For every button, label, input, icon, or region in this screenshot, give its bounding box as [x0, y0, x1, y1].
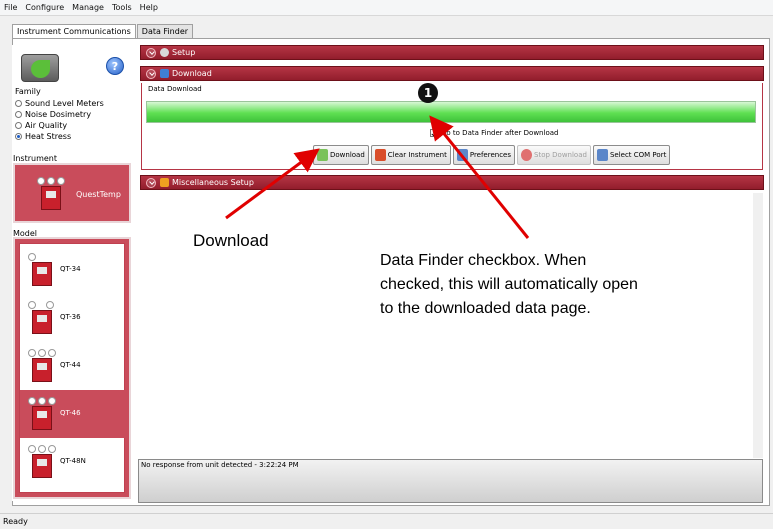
expand-icon[interactable]: [146, 47, 156, 58]
folder-icon: [160, 178, 169, 187]
model-list: QT-34 QT-36 QT-44 QT-46 QT-48N: [19, 243, 125, 493]
instrument-name: QuestTemp: [76, 190, 121, 199]
clear-instrument-button[interactable]: Clear Instrument: [370, 145, 451, 165]
menu-help[interactable]: Help: [140, 3, 158, 12]
tab-instrument-communications[interactable]: Instrument Communications: [12, 24, 136, 39]
device-icon: [28, 301, 56, 335]
device-icon: [28, 445, 56, 479]
download-icon: [317, 149, 328, 161]
menu-file[interactable]: File: [4, 3, 17, 12]
select-com-port-button[interactable]: Select COM Port: [592, 145, 671, 165]
menu-manage[interactable]: Manage: [72, 3, 104, 12]
instrument-label: Instrument: [13, 154, 58, 163]
stop-icon: [521, 149, 533, 161]
expand-icon[interactable]: [146, 177, 156, 188]
family-option-sound-level-meters[interactable]: Sound Level Meters: [15, 99, 104, 108]
download-callout: Download: [173, 219, 321, 270]
com-port-icon: [596, 149, 608, 161]
download-icon: [160, 69, 169, 78]
device-icon: [28, 253, 56, 287]
radio-button[interactable]: [15, 111, 22, 118]
left-panel: ? Family Sound Level Meters Noise Dosime…: [12, 45, 134, 501]
model-group: QT-34 QT-36 QT-44 QT-46 QT-48N: [13, 237, 131, 499]
main-tabs: Instrument Communications Data Finder: [12, 24, 194, 39]
preferences-icon: [456, 149, 468, 161]
collapse-icon[interactable]: [146, 68, 156, 79]
data-finder-checkbox-row[interactable]: Go to Data Finder after Download: [430, 129, 558, 137]
gear-icon: [160, 48, 169, 57]
data-download-label: Data Download: [148, 85, 202, 93]
radio-button[interactable]: [15, 100, 22, 107]
download-area: Data Download Go to Data Finder after Do…: [141, 83, 763, 170]
status-message-area: No response from unit detected - 3:22:24…: [138, 459, 763, 503]
model-item-qt-48n[interactable]: QT-48N: [20, 438, 125, 486]
help-icon[interactable]: ?: [106, 57, 124, 75]
family-option-heat-stress[interactable]: Heat Stress: [15, 132, 71, 141]
family-option-air-quality[interactable]: Air Quality: [15, 121, 67, 130]
app-logo-icon: [21, 54, 59, 82]
device-icon: [28, 349, 56, 383]
download-button[interactable]: Download: [313, 145, 369, 165]
stop-download-button[interactable]: Stop Download: [517, 145, 591, 165]
status-message: No response from unit detected - 3:22:24…: [141, 461, 299, 469]
device-icon: [28, 397, 56, 431]
section-download[interactable]: Download: [140, 66, 764, 81]
questtemp-device-icon: [37, 177, 65, 211]
vertical-scrollbar[interactable]: [753, 193, 763, 458]
annotation-number-badge: 1: [418, 83, 438, 103]
model-item-qt-46[interactable]: QT-46: [20, 390, 125, 438]
menu-configure[interactable]: Configure: [25, 3, 64, 12]
family-option-noise-dosimetry[interactable]: Noise Dosimetry: [15, 110, 91, 119]
download-button-row: Download Clear Instrument Preferences St…: [313, 145, 672, 165]
menu-tools[interactable]: Tools: [112, 3, 132, 12]
preferences-button[interactable]: Preferences: [452, 145, 516, 165]
section-miscellaneous-setup[interactable]: Miscellaneous Setup: [140, 175, 764, 190]
status-bar: Ready: [0, 513, 773, 529]
radio-button[interactable]: [15, 122, 22, 129]
download-progress-bar: [146, 101, 756, 123]
family-label: Family: [15, 87, 41, 96]
section-setup[interactable]: Setup: [140, 45, 764, 60]
menu-bar: File Configure Manage Tools Help: [0, 0, 773, 16]
radio-button-checked[interactable]: [15, 133, 22, 140]
model-item-qt-34[interactable]: QT-34: [20, 246, 125, 294]
data-finder-callout: Data Finder checkbox. When checked, this…: [360, 239, 669, 385]
data-finder-checkbox[interactable]: [430, 129, 438, 137]
clear-icon: [374, 149, 386, 161]
instrument-selector[interactable]: QuestTemp: [13, 163, 131, 223]
model-item-qt-44[interactable]: QT-44: [20, 342, 125, 390]
tab-data-finder[interactable]: Data Finder: [136, 24, 194, 38]
model-item-qt-36[interactable]: QT-36: [20, 294, 125, 342]
